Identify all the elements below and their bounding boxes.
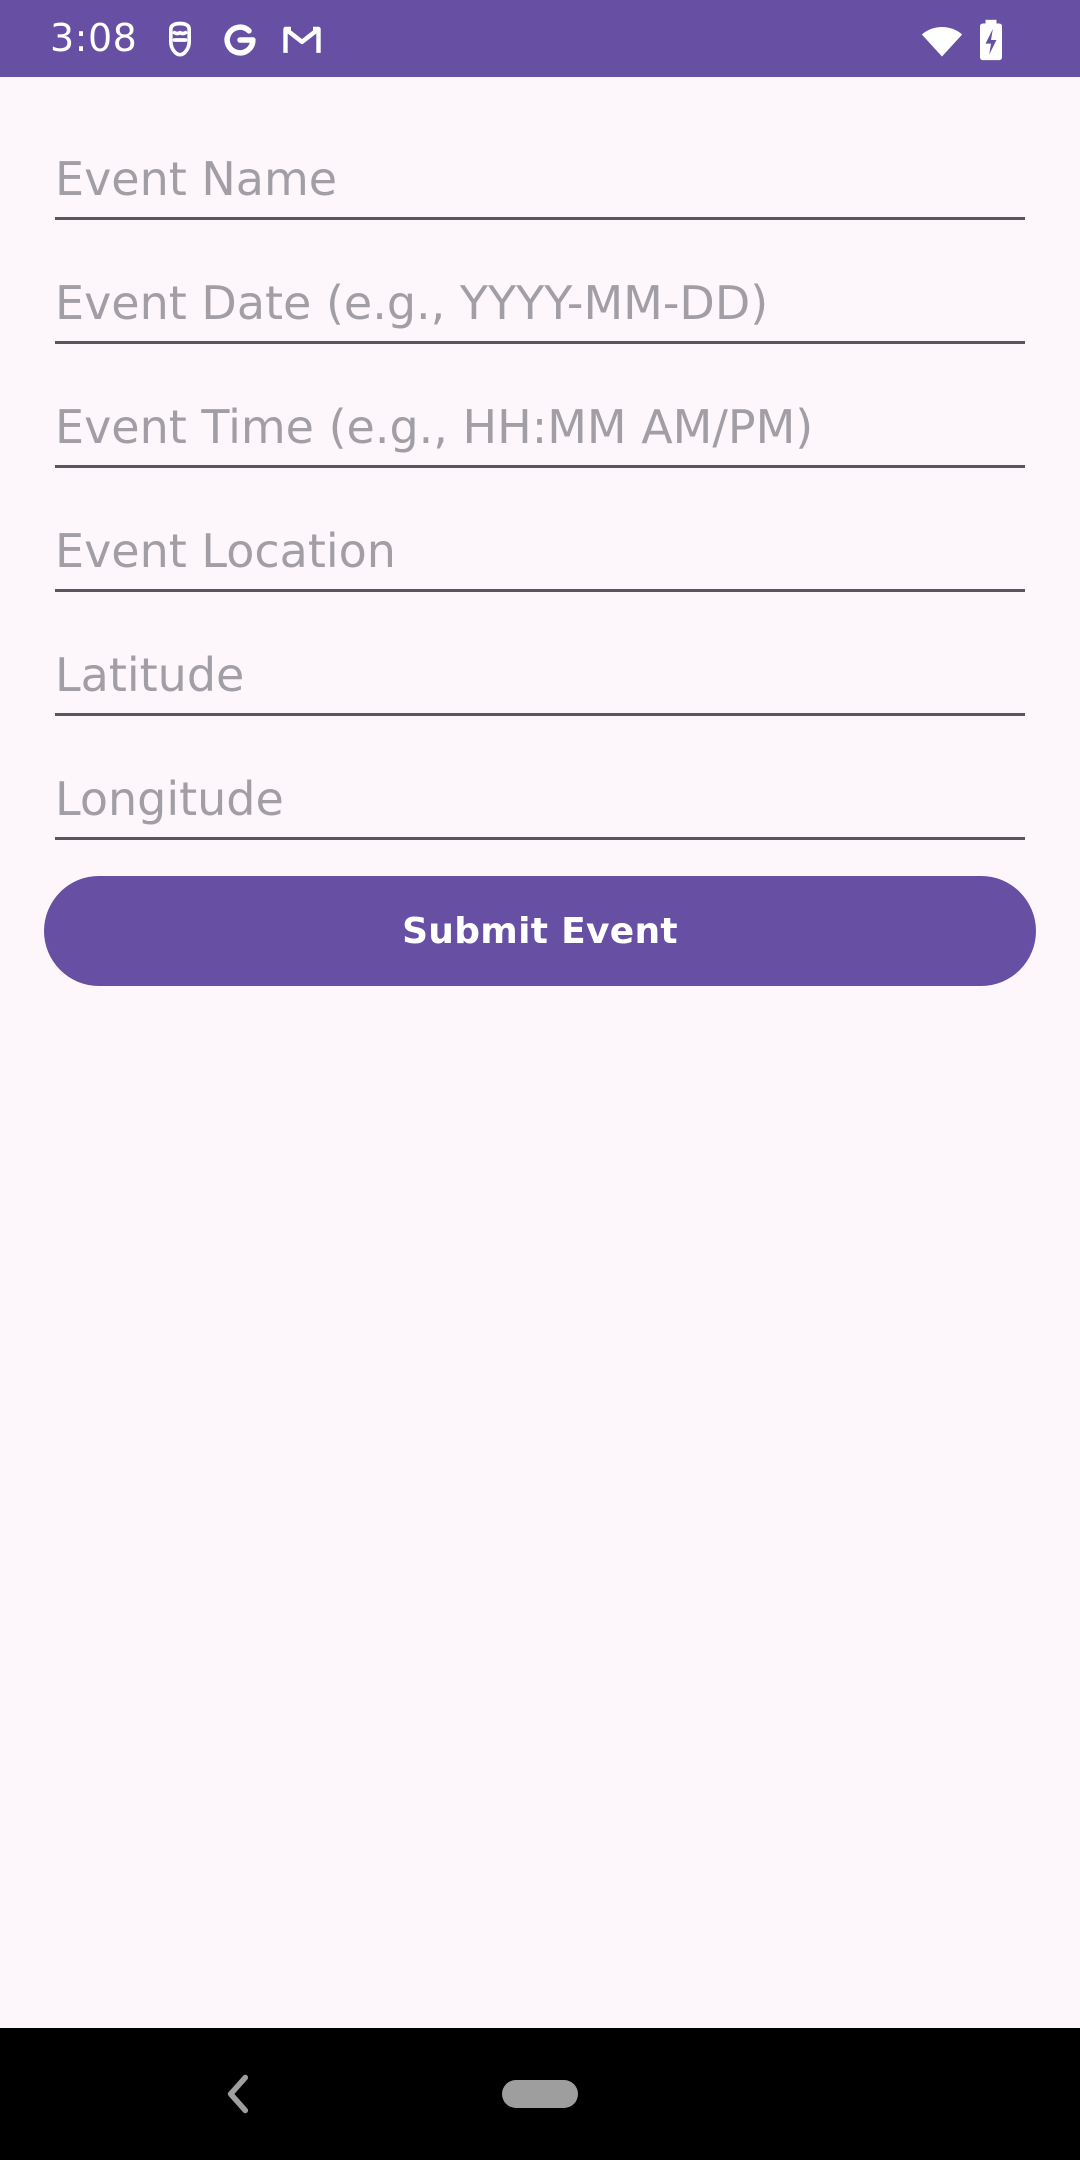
latitude-input[interactable] [55, 645, 1025, 705]
alien-face-icon [158, 18, 202, 62]
status-bar: 3:08 [0, 0, 1080, 77]
wifi-icon [920, 18, 964, 62]
home-pill-icon[interactable] [502, 2080, 578, 2108]
event-name-input[interactable] [55, 149, 1025, 209]
event-location-field[interactable] [55, 494, 1025, 592]
event-date-field[interactable] [55, 246, 1025, 344]
event-name-field[interactable] [55, 122, 1025, 220]
event-date-input[interactable] [55, 273, 1025, 333]
back-chevron-icon[interactable] [222, 2072, 254, 2116]
longitude-input[interactable] [55, 769, 1025, 829]
event-time-field[interactable] [55, 370, 1025, 468]
google-g-icon [218, 18, 262, 62]
gmail-icon [280, 18, 324, 62]
event-location-input[interactable] [55, 521, 1025, 581]
status-time: 3:08 [50, 16, 138, 60]
battery-charging-icon [974, 18, 1008, 62]
navigation-bar [0, 2028, 1080, 2160]
event-time-input[interactable] [55, 397, 1025, 457]
latitude-field[interactable] [55, 618, 1025, 716]
longitude-field[interactable] [55, 742, 1025, 840]
submit-event-button[interactable]: Submit Event [44, 876, 1036, 986]
